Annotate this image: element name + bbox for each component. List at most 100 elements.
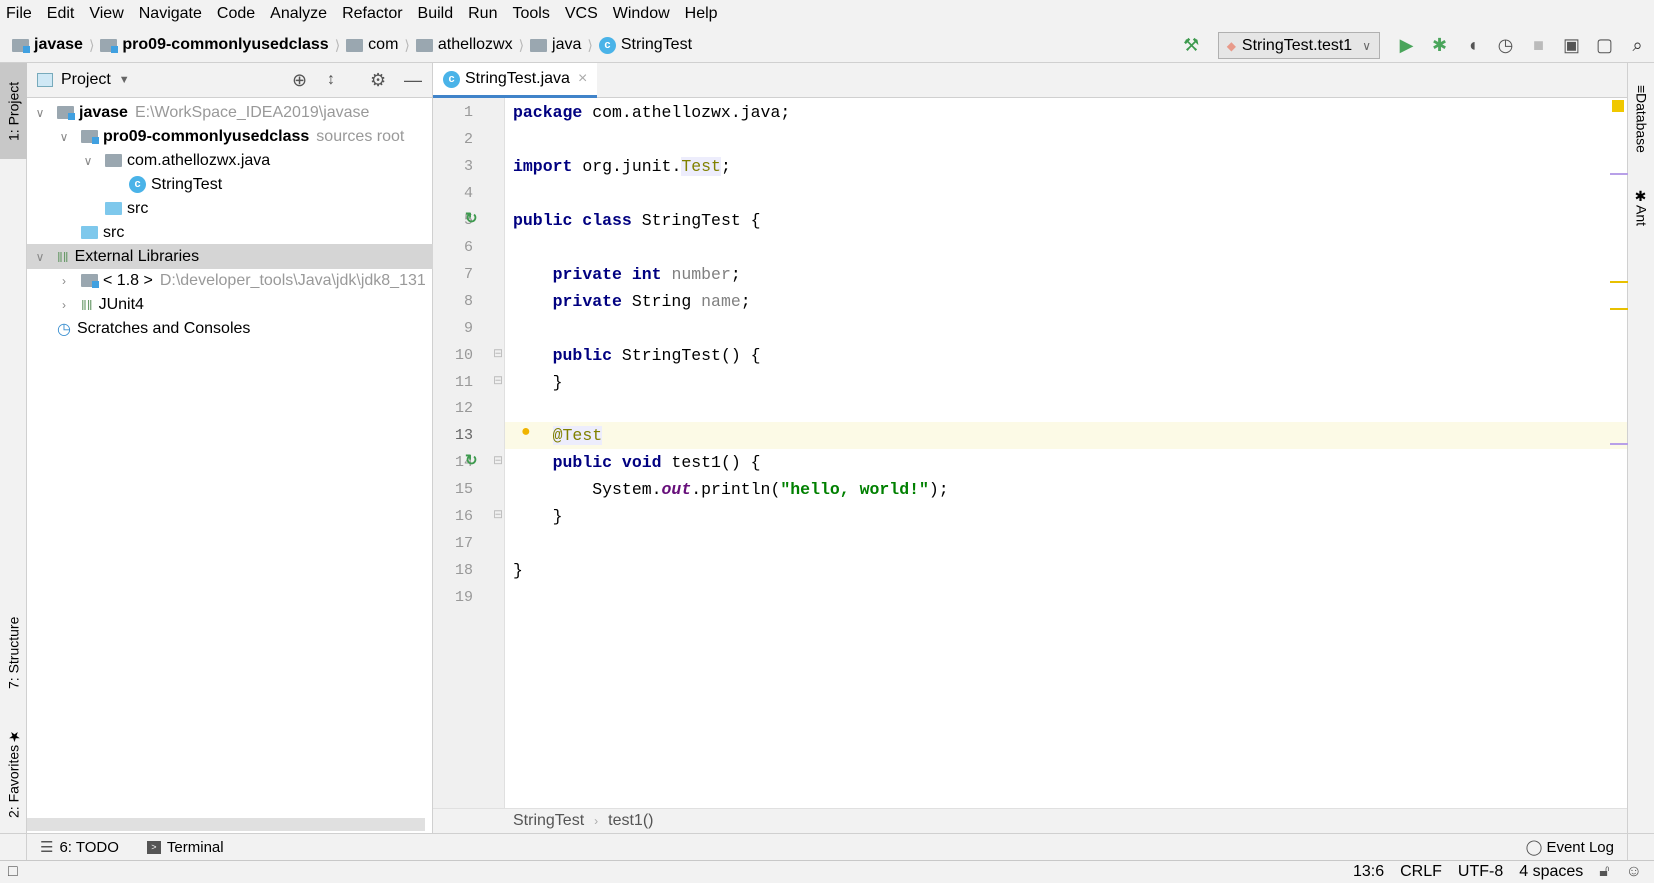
tab-terminal[interactable]: Terminal — [167, 839, 224, 856]
code-line[interactable] — [505, 530, 1627, 557]
fold-marker-icon[interactable]: ⊟ — [493, 507, 503, 521]
code-line[interactable]: } — [505, 369, 1627, 396]
chevron-down-icon[interactable]: ∨ — [81, 154, 95, 168]
tab-structure[interactable]: 7: Structure — [0, 598, 27, 708]
tree-item[interactable]: › ‖‖ JUnit4 — [27, 292, 433, 317]
chevron-down-icon[interactable]: ∨ — [33, 250, 47, 264]
menu-run[interactable]: Run — [468, 5, 497, 23]
tree-item[interactable]: c StringTest — [27, 172, 433, 197]
tab-database[interactable]: ≡ Database — [1628, 69, 1654, 169]
debug-bug-icon[interactable]: ✱ — [1423, 35, 1456, 56]
locate-icon[interactable]: ⊕ — [292, 70, 307, 91]
menu-analyze[interactable]: Analyze — [270, 5, 327, 23]
code-line[interactable]: @Test — [505, 422, 1627, 450]
project-structure-icon[interactable]: ▣ — [1555, 35, 1588, 56]
toggle-tool-windows-icon[interactable]: □ — [8, 863, 18, 881]
indent-setting[interactable]: 4 spaces — [1519, 863, 1583, 881]
tree-item[interactable]: src — [27, 220, 433, 245]
warning-stripe-marker[interactable] — [1610, 281, 1628, 283]
tab-ant[interactable]: ✱ Ant — [1628, 181, 1654, 235]
chevron-down-icon[interactable]: ∨ — [57, 130, 71, 144]
collapse-all-icon[interactable]: ↕ — [327, 71, 335, 89]
project-view-select[interactable]: Project — [61, 71, 111, 89]
terminal-window-icon[interactable]: ▢ — [1588, 35, 1621, 56]
horizontal-scrollbar[interactable] — [27, 818, 425, 831]
hide-icon[interactable]: — — [404, 70, 422, 91]
code-editor[interactable]: package com.athellozwx.java; import org.j… — [505, 98, 1627, 808]
run-test-icon[interactable]: ↻ — [465, 209, 478, 227]
lightbulb-icon[interactable]: ● — [521, 423, 531, 441]
error-stripe-marker[interactable] — [1610, 173, 1628, 175]
tab-project[interactable]: 1: Project — [0, 63, 27, 159]
error-stripe-marker[interactable] — [1610, 443, 1628, 445]
nav-crumb[interactable]: c StringTest — [598, 36, 692, 54]
menu-window[interactable]: Window — [613, 5, 670, 23]
file-encoding[interactable]: UTF-8 — [1458, 863, 1503, 881]
code-line[interactable] — [505, 584, 1627, 611]
tab-todo[interactable]: 6: TODO — [59, 839, 118, 856]
menu-tools[interactable]: Tools — [512, 5, 549, 23]
menu-vcs[interactable]: VCS — [565, 5, 598, 23]
build-hammer-icon[interactable]: ⚒ — [1175, 35, 1208, 56]
code-line[interactable]: package com.athellozwx.java; — [505, 99, 1627, 126]
code-line[interactable] — [505, 234, 1627, 261]
tree-item[interactable]: ∨ pro09-commonlyusedclass sources root — [27, 124, 433, 149]
tree-item[interactable]: ∨ com.athellozwx.java — [27, 148, 433, 173]
code-line[interactable] — [505, 180, 1627, 207]
code-line[interactable]: public class StringTest { — [505, 207, 1627, 234]
unlock-icon[interactable]: 🔓︎ — [1599, 863, 1609, 881]
profile-icon[interactable]: ◷ — [1489, 35, 1522, 56]
tree-item[interactable]: src — [27, 196, 433, 221]
tree-item[interactable]: › < 1.8 > D:\developer_tools\Java\jdk\jdk8… — [27, 268, 433, 293]
code-line[interactable]: public void test1() { — [505, 449, 1627, 476]
chevron-down-icon[interactable]: ▼ — [119, 74, 130, 86]
code-line[interactable] — [505, 126, 1627, 153]
breadcrumb-method[interactable]: test1() — [608, 812, 653, 830]
code-line[interactable]: System.out.println("hello, world!"); — [505, 476, 1627, 503]
run-configuration-select[interactable]: ◆ StringTest.test1 ∨ — [1217, 32, 1380, 59]
run-test-icon[interactable]: ↻ — [465, 451, 478, 469]
code-line[interactable]: private int number; — [505, 261, 1627, 288]
tree-item[interactable]: ∨ ‖‖ External Libraries — [27, 244, 433, 269]
menu-code[interactable]: Code — [217, 5, 255, 23]
breadcrumb-class[interactable]: StringTest — [513, 812, 584, 830]
line-separator[interactable]: CRLF — [1400, 863, 1442, 881]
tab-event-log[interactable]: Event Log — [1546, 839, 1614, 856]
tab-favorites[interactable]: 2: Favorites ★ — [0, 718, 27, 828]
code-line[interactable] — [505, 395, 1627, 422]
nav-crumb[interactable]: java ⟩ — [530, 36, 593, 54]
inspector-hat-icon[interactable]: ☺ — [1626, 863, 1642, 881]
gear-icon[interactable]: ⚙ — [370, 70, 386, 91]
code-line[interactable]: private String name; — [505, 288, 1627, 315]
code-line[interactable]: import org.junit.Test; — [505, 153, 1627, 180]
nav-crumb[interactable]: pro09-commonlyusedclass ⟩ — [100, 36, 340, 54]
code-line[interactable]: } — [505, 503, 1627, 530]
tree-item[interactable]: ∨ javase E:\WorkSpace_IDEA2019\javase — [27, 100, 433, 125]
tab-stringtest-java[interactable]: c StringTest.java × — [433, 63, 598, 98]
fold-marker-icon[interactable]: ⊟ — [493, 453, 503, 467]
caret-position[interactable]: 13:6 — [1353, 863, 1384, 881]
menu-view[interactable]: View — [89, 5, 123, 23]
code-line[interactable]: } — [505, 557, 1627, 584]
coverage-icon[interactable]: ◖ — [1456, 35, 1489, 56]
nav-crumb[interactable]: athellozwx ⟩ — [415, 36, 524, 54]
menu-edit[interactable]: Edit — [47, 5, 75, 23]
warning-stripe-marker[interactable] — [1610, 308, 1628, 310]
nav-crumb[interactable]: javase ⟩ — [12, 36, 94, 54]
code-line[interactable]: public StringTest() { — [505, 342, 1627, 369]
close-icon[interactable]: × — [578, 70, 587, 88]
nav-crumb[interactable]: com ⟩ — [346, 36, 410, 54]
chevron-right-icon[interactable]: › — [57, 274, 71, 288]
menu-help[interactable]: Help — [685, 5, 718, 23]
menu-build[interactable]: Build — [418, 5, 454, 23]
tree-item[interactable]: ◷ Scratches and Consoles — [27, 316, 433, 341]
menu-file[interactable]: File — [6, 5, 32, 23]
chevron-down-icon[interactable]: ∨ — [33, 106, 47, 120]
run-icon[interactable]: ▶ — [1390, 35, 1423, 56]
menu-refactor[interactable]: Refactor — [342, 5, 402, 23]
menu-navigate[interactable]: Navigate — [139, 5, 202, 23]
fold-marker-icon[interactable]: ⊟ — [493, 373, 503, 387]
stop-icon[interactable]: ■ — [1522, 35, 1555, 56]
code-line[interactable] — [505, 315, 1627, 342]
chevron-right-icon[interactable]: › — [57, 298, 71, 312]
